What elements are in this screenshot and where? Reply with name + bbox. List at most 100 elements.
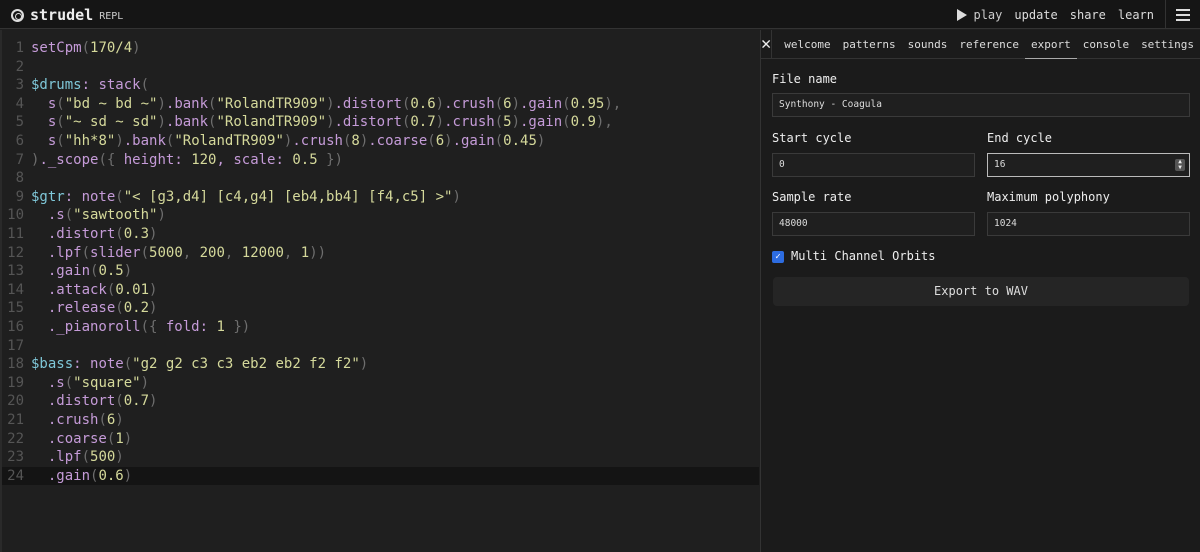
code-line[interactable]: 21 .crush(6) [2,411,759,430]
code-line[interactable]: 16 ._pianoroll({ fold: 1 }) [2,318,759,337]
app-title: strudel [30,6,94,24]
tab-reference[interactable]: reference [953,30,1025,59]
code-token: : [199,319,217,335]
code-line[interactable]: 24 .gain(0.6) [2,466,759,486]
learn-button[interactable]: learn [1118,8,1154,22]
code-line[interactable]: 13 .gain(0.5) [2,262,759,281]
code-line[interactable]: 18 $bass: note("g2 g2 c3 c3 eb2 eb2 f2 f2… [2,355,759,374]
tab-welcome[interactable]: welcome [778,30,836,59]
max-polyphony-label: Maximum polyphony [987,190,1110,204]
code-token: .coarse [47,430,107,447]
line-code: .s("sawtooth") [31,206,166,225]
code-token: 0.95 [570,95,605,112]
code-token: , [216,151,234,168]
code-token: ( [81,40,91,56]
code-token: ( [115,226,124,242]
code-token: "~ sd ~ sd" [64,114,158,131]
code-line[interactable]: 22 .coarse(1) [2,430,759,449]
share-button[interactable]: share [1070,8,1106,22]
code-line[interactable]: 7)._scope({ height: 120, scale: 0.5 }) [2,151,759,170]
line-code: .distort(0.7) [31,392,158,411]
code-token: 0.7 [123,393,150,410]
line-code: .release(0.2) [31,299,158,318]
code-token: ) [123,467,133,484]
code-line[interactable]: 4 s("bd ~ bd ~").bank("RolandTR909").dis… [2,95,759,114]
sample-rate-label: Sample rate [772,190,852,204]
code-token: ) [149,300,158,317]
code-token: : [64,188,82,205]
line-code: .coarse(1) [31,430,132,449]
logo[interactable]: strudel REPL [11,6,123,24]
code-editor[interactable]: 1 setCpm(170/4) 2 3 $drums: stack(4 s("bd ~ … [0,30,759,552]
code-token: ( [123,356,133,373]
sample-rate-input[interactable]: 48000 [772,212,975,236]
play-button[interactable]: play [957,8,1002,22]
tab-export[interactable]: export [1024,30,1077,59]
code-token: 0.3 [123,226,150,242]
spinner-icon[interactable]: ▲ ▼ [1175,159,1185,171]
export-wav-button[interactable]: Export to WAV [773,277,1189,306]
code-line[interactable]: 5 s("~ sd ~ sd").bank("RolandTR909").dis… [2,113,759,132]
code-line[interactable]: 6 s("hh*8").bank("RolandTR909").crush(8)… [2,132,759,151]
code-token: ) [123,430,133,447]
start-cycle-input[interactable]: 0 [772,153,975,177]
code-token: : [174,151,192,168]
tab-patterns[interactable]: patterns [837,30,902,59]
code-token: fold [165,319,200,335]
code-token: .gain [520,95,563,112]
line-number: 1 [15,40,24,56]
menu-icon[interactable] [1165,0,1200,29]
tab-console[interactable]: console [1077,30,1135,59]
close-icon[interactable]: ✕ [761,29,773,59]
code-token: ( [427,133,436,149]
code-line[interactable]: 1 setCpm(170/4) [2,39,759,58]
code-token: ) [132,40,141,56]
code-line[interactable]: 11 .distort(0.3) [2,225,759,244]
code-token: ( [140,77,150,94]
update-button[interactable]: update [1014,8,1057,22]
line-number: 12 [7,244,24,261]
code-token: .lpf [47,449,82,466]
code-line[interactable]: 23 .lpf(500) [2,448,759,467]
code-token: ) [149,393,158,410]
code-token: 0.6 [410,95,436,112]
code-line[interactable]: 19 .s("square") [2,374,759,393]
end-cycle-input[interactable]: 16 ▲ ▼ [987,153,1190,177]
code-line[interactable]: 3 $drums: stack( [2,76,759,95]
code-line[interactable]: 9 $gtr: note("< [g3,d4] [c4,g4] [eb4,bb4]… [2,188,759,207]
line-code: .attack(0.01) [31,281,158,300]
tab-settings[interactable]: settings [1135,30,1200,59]
code-line[interactable]: 8 [2,169,759,188]
code-line[interactable]: 2 [2,58,759,77]
code-line[interactable]: 15 .release(0.2) [2,299,759,318]
multi-channel-checkbox[interactable]: ✓ [772,251,784,263]
code-line[interactable]: 20 .distort(0.7) [2,392,759,411]
code-token: .crush [444,114,495,131]
code-token: "RolandTR909" [216,114,327,131]
code-token: "square" [73,374,141,391]
tab-sounds[interactable]: sounds [902,30,954,59]
line-code: .gain(0.5) [31,262,132,281]
code-token: "g2 g2 c3 c3 eb2 eb2 f2 f2" [132,356,360,373]
code-token: height [123,151,175,168]
code-line[interactable]: 14 .attack(0.01) [2,281,759,300]
line-code: .lpf(slider(5000, 200, 12000, 1)) [31,244,326,263]
code-line[interactable]: 12 .lpf(slider(5000, 200, 12000, 1)) [2,244,759,263]
line-code: $bass: note("g2 g2 c3 c3 eb2 eb2 f2 f2") [31,355,368,374]
code-line[interactable]: 17 [2,337,759,356]
file-name-input[interactable]: Synthony - Coagula [772,93,1190,117]
code-token: "RolandTR909" [174,133,284,149]
code-token: setCpm [31,40,82,56]
max-polyphony-input[interactable]: 1024 [987,212,1190,236]
code-token: ) [444,133,453,149]
code-token: .gain [47,467,91,484]
file-name-label: File name [772,72,838,86]
line-code: s("~ sd ~ sd").bank("RolandTR909").disto… [31,113,613,132]
code-line[interactable]: 10 .s("sawtooth") [2,206,759,225]
